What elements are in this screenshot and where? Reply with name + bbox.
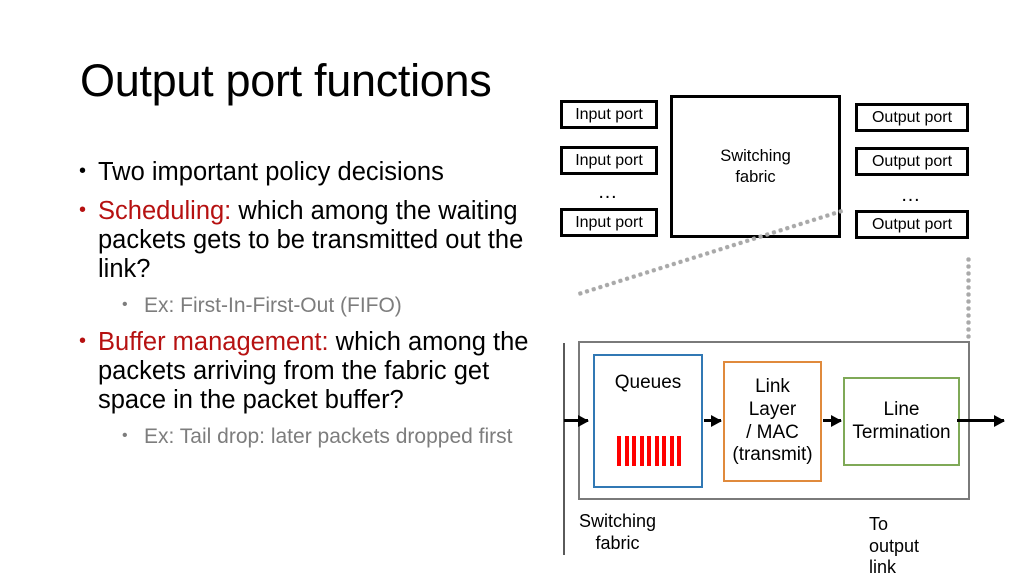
output-port-label-3: Output port (871, 215, 953, 233)
queued-packets-icon (617, 436, 681, 466)
bullet-item-3: Ex: First-In-First-Out (FIFO) (116, 292, 548, 318)
input-port-label-2: Input port (575, 151, 643, 169)
bullet-item-4: Buffer management: which among the packe… (78, 327, 548, 415)
input-port-label-3: Input port (575, 213, 643, 231)
link-layer-line-2: Layer (748, 398, 797, 420)
queued-packet-bar (677, 436, 681, 466)
bullet-item-5: Ex: Tail drop: later packets dropped fir… (116, 423, 548, 449)
input-port-box-1: Input port (560, 100, 658, 129)
queued-packet-bar (662, 436, 666, 466)
arrow-queues-to-link-layer (704, 414, 722, 427)
switching-fabric-caption: Switching fabric (570, 511, 665, 554)
output-port-box-3: Output port (855, 210, 969, 239)
queues-box: Queues (593, 354, 703, 488)
link-layer-line-4: (transmit) (732, 444, 813, 466)
queued-packet-bar (639, 436, 644, 466)
bullet-text-5: Ex: Tail drop: later packets dropped fir… (144, 425, 513, 448)
output-port-label-1: Output port (871, 108, 953, 126)
line-termination-box: Line Termination (843, 377, 960, 466)
line-termination-line-1: Line (883, 398, 920, 420)
queues-label: Queues (614, 372, 682, 393)
output-port-label-2: Output port (871, 152, 953, 170)
bullet-item-1: Two important policy decisions (78, 157, 548, 187)
bullet-item-2: Scheduling: which among the waiting pack… (78, 196, 548, 284)
link-layer-line-3: / MAC (746, 421, 799, 443)
queued-packet-bar (624, 436, 629, 466)
switching-fabric-caption-line1: Switching (578, 511, 657, 531)
bullet-lead-scheduling: Scheduling: (98, 197, 232, 225)
output-port-box-2: Output port (855, 147, 969, 176)
queued-packet-bar (617, 436, 621, 466)
queued-packet-bar (669, 436, 674, 466)
link-layer-mac-box: Link Layer / MAC (transmit) (723, 361, 822, 482)
arrow-fabric-to-queues (564, 414, 589, 427)
slide-canvas: Output port functions Two important poli… (0, 0, 1024, 576)
queued-packet-bar (632, 436, 636, 466)
input-port-box-2: Input port (560, 146, 658, 175)
link-layer-line-1: Link (755, 375, 790, 397)
expansion-leader-vertical (965, 256, 972, 342)
switching-fabric-boundary-line (563, 343, 565, 555)
arrow-to-output-link (957, 414, 1005, 427)
switching-fabric-label-line2: fabric (735, 167, 776, 186)
page-title: Output port functions (80, 55, 492, 106)
arrow-link-layer-to-line-termination (823, 414, 842, 427)
bullet-list: Two important policy decisions Schedulin… (78, 157, 548, 449)
input-port-ellipsis: … (597, 181, 621, 203)
output-port-ellipsis: … (900, 184, 924, 206)
queued-packet-bar (647, 436, 651, 466)
switching-fabric-caption-line2: fabric (595, 532, 640, 553)
bullet-lead-buffer-management: Buffer management: (98, 328, 329, 356)
bullet-text-1: Two important policy decisions (98, 158, 444, 186)
to-output-link-caption: To output link (869, 514, 920, 576)
input-port-label-1: Input port (575, 105, 643, 123)
input-port-box-3: Input port (560, 208, 658, 237)
output-port-box-1: Output port (855, 103, 969, 132)
queued-packet-bar (654, 436, 659, 466)
switching-fabric-label-line1: Switching (720, 147, 791, 166)
line-termination-line-2: Termination (852, 421, 951, 443)
bullet-text-3: Ex: First-In-First-Out (FIFO) (144, 294, 402, 317)
